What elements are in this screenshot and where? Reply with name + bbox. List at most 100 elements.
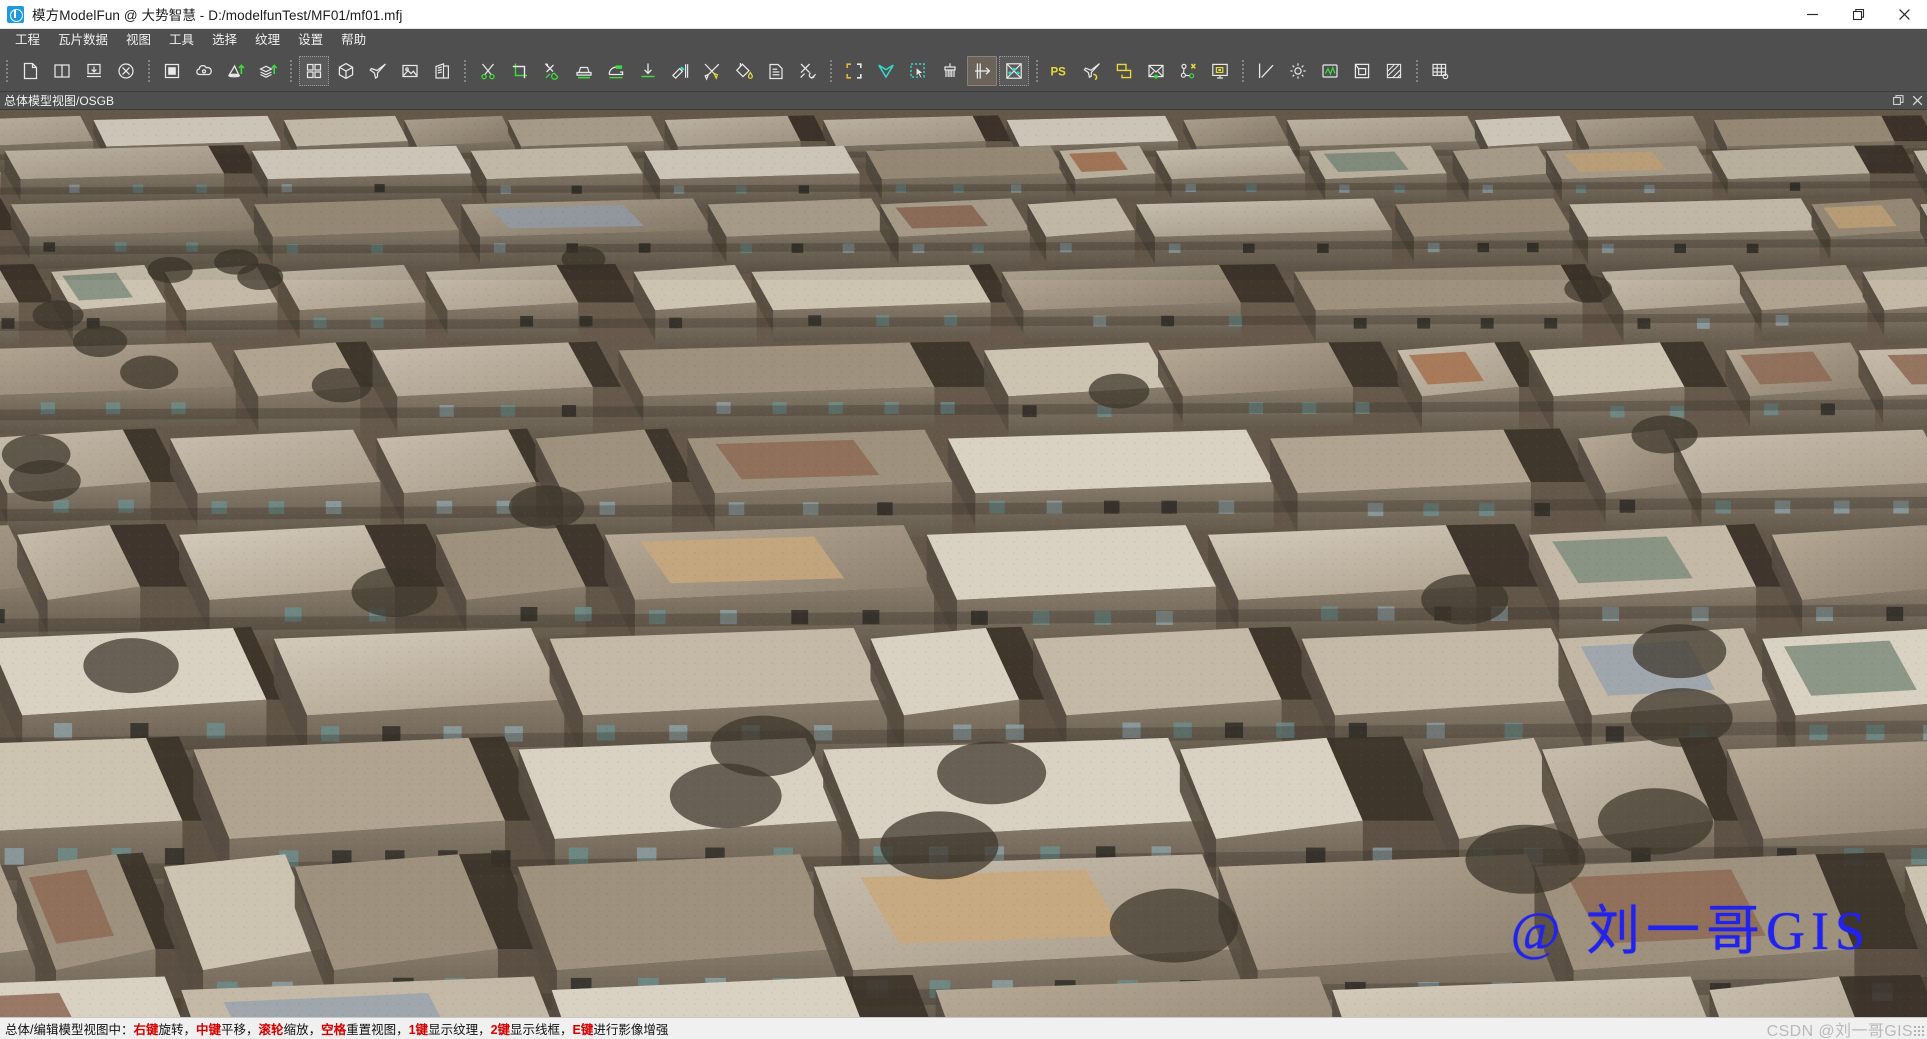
window-controls (1789, 0, 1927, 29)
open-project-button[interactable] (47, 56, 77, 86)
rect-select-button[interactable] (839, 56, 869, 86)
bounding-box-button[interactable] (1347, 56, 1377, 86)
toolbar-drag-handle[interactable] (288, 58, 296, 84)
title-bar: 模方ModelFun @ 大势智慧 - D:/modelfunTest/MF01… (0, 0, 1927, 29)
window-title: 模方ModelFun @ 大势智慧 - D:/modelfunTest/MF01… (32, 8, 403, 23)
status-text-5: 显示线框， (510, 1023, 573, 1037)
texture-flight-button[interactable] (1077, 56, 1107, 86)
toolbar-group-select (824, 51, 1030, 92)
toolbar-drag-handle[interactable] (828, 58, 836, 84)
status-key-0: 右键 (133, 1023, 159, 1037)
flight-view-button[interactable] (363, 56, 393, 86)
oblique-photogrammetry-scene (0, 110, 1927, 1017)
status-text-2: 缩放， (283, 1023, 322, 1037)
lasso-select-button[interactable] (871, 56, 901, 86)
status-bar: 总体/编辑模型视图中： 右键 旋转， 中键 平移， 滚轮 缩放， 空格 重置视图… (0, 1017, 1927, 1039)
document-tab-title[interactable]: 总体模型视图/OSGB (4, 92, 114, 109)
status-text-4: 显示纹理， (428, 1023, 491, 1037)
toolbar-drag-handle[interactable] (462, 58, 470, 84)
clone-page-button[interactable] (761, 56, 791, 86)
crop-tool-button[interactable] (505, 56, 535, 86)
minimize-button[interactable] (1789, 0, 1835, 29)
texture-unwrap-button[interactable] (1141, 56, 1171, 86)
toolbar-group-view (284, 51, 458, 92)
viewport-watermark: @ 刘一哥GIS (1510, 901, 1871, 961)
close-project-button[interactable] (111, 56, 141, 86)
maximize-button[interactable] (1835, 0, 1881, 29)
menu-item-select[interactable]: 选择 (203, 30, 246, 50)
cut-tool-button[interactable] (473, 56, 503, 86)
close-button[interactable] (1881, 0, 1927, 29)
menu-bar: 工程 瓦片数据 视图 工具 选择 纹理 设置 帮助 (0, 29, 1927, 51)
analysis-button[interactable] (1315, 56, 1345, 86)
image-view-button[interactable] (395, 56, 425, 86)
application-window: 模方ModelFun @ 大势智慧 - D:/modelfunTest/MF01… (0, 0, 1927, 1039)
export-terrain-button[interactable] (221, 56, 251, 86)
clear-select-button[interactable] (935, 56, 965, 86)
load-pointcloud-button[interactable] (189, 56, 219, 86)
hatch-fill-button[interactable] (1379, 56, 1409, 86)
texture-monitor-button[interactable] (1205, 56, 1235, 86)
osgb-3d-model-viewport[interactable]: @ 刘一哥GIS (0, 110, 1927, 1017)
flatten-tool-button[interactable] (569, 56, 599, 86)
load-tile-button[interactable] (157, 56, 187, 86)
toolbar-group-texture: PS (1030, 51, 1236, 92)
marquee-pointer-button[interactable] (903, 56, 933, 86)
menu-item-tiledata[interactable]: 瓦片数据 (49, 30, 117, 50)
status-text-1: 平移， (221, 1023, 259, 1037)
blend-tool-button[interactable] (697, 56, 727, 86)
document-tab-actions (1893, 95, 1927, 106)
toolbar-group-data (142, 51, 284, 92)
toolbar-drag-handle[interactable] (146, 58, 154, 84)
building-view-button[interactable] (427, 56, 457, 86)
measure-line-button[interactable] (1251, 56, 1281, 86)
apply-select-button[interactable] (967, 56, 997, 86)
model-view-button[interactable] (331, 56, 361, 86)
clone-stamp-button[interactable] (793, 56, 823, 86)
toolbar-group-edit (458, 51, 824, 92)
status-text-0: 旋转， (158, 1023, 197, 1037)
toolbar-drag-handle[interactable] (1034, 58, 1042, 84)
toolbar-group-project (0, 51, 142, 92)
toolbar-drag-handle[interactable] (1240, 58, 1248, 84)
repair-tool-button[interactable] (537, 56, 567, 86)
toolbar-drag-handle[interactable] (1414, 58, 1422, 84)
texture-copy-button[interactable] (1109, 56, 1139, 86)
texture-nodes-button[interactable] (1173, 56, 1203, 86)
status-key-3: 空格 (321, 1023, 347, 1037)
tile-view-button[interactable] (299, 56, 329, 86)
status-key-4: 1键 (408, 1023, 429, 1037)
smooth-tool-button[interactable] (601, 56, 631, 86)
status-key-5: 2键 (490, 1023, 511, 1037)
modelfun-logo-icon (7, 5, 24, 23)
status-credit: CSDN @刘一哥GIS (1766, 1022, 1913, 1039)
menu-item-help[interactable]: 帮助 (332, 30, 375, 50)
menu-item-settings[interactable]: 设置 (289, 30, 332, 50)
menu-item-view[interactable]: 视图 (117, 30, 160, 50)
close-icon[interactable] (1912, 95, 1923, 106)
invert-select-button[interactable] (999, 56, 1029, 86)
status-key-1: 中键 (196, 1023, 222, 1037)
main-toolbar: PS (0, 51, 1927, 92)
menu-item-project[interactable]: 工程 (6, 30, 49, 50)
status-prefix: 总体/编辑模型视图中： (5, 1023, 134, 1037)
status-key-6: E键 (572, 1023, 594, 1037)
document-tab-bar: 总体模型视图/OSGB (0, 92, 1927, 110)
push-down-button[interactable] (633, 56, 663, 86)
resize-grip[interactable] (1913, 1025, 1924, 1036)
photoshop-button[interactable]: PS (1045, 56, 1075, 86)
export-layers-button[interactable] (253, 56, 283, 86)
menu-item-texture[interactable]: 纹理 (246, 30, 289, 50)
float-window-icon[interactable] (1893, 95, 1904, 106)
fill-tool-button[interactable] (729, 56, 759, 86)
brush-tool-button[interactable] (665, 56, 695, 86)
toolbar-group-measure (1236, 51, 1410, 92)
status-key-2: 滚轮 (258, 1023, 284, 1037)
status-text-6: 进行影像增强 (593, 1023, 669, 1037)
settings-button[interactable] (1283, 56, 1313, 86)
menu-item-tools[interactable]: 工具 (160, 30, 203, 50)
new-project-button[interactable] (15, 56, 45, 86)
grid-snap-button[interactable] (1425, 56, 1455, 86)
save-project-button[interactable] (79, 56, 109, 86)
toolbar-drag-handle[interactable] (4, 58, 12, 84)
